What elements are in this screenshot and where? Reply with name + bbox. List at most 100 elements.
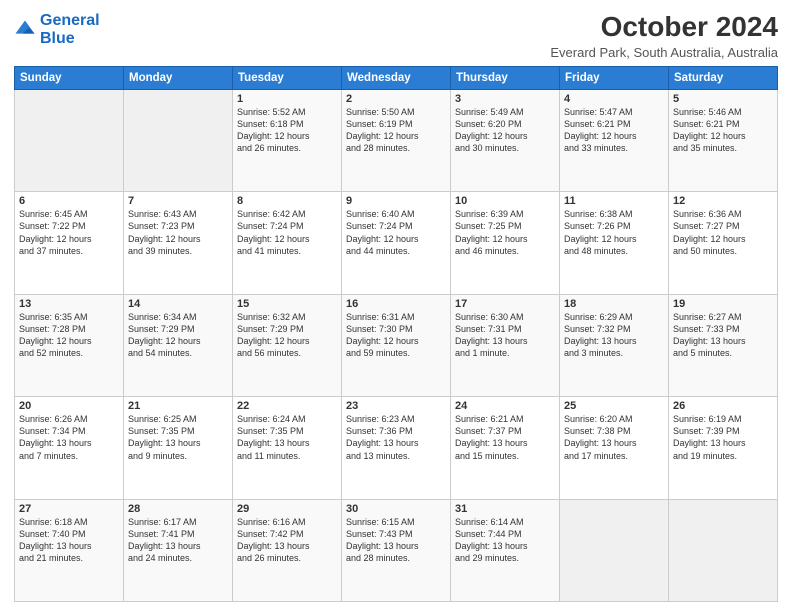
calendar-cell: 22Sunrise: 6:24 AMSunset: 7:35 PMDayligh… bbox=[233, 397, 342, 499]
day-number: 23 bbox=[346, 400, 446, 412]
location: Everard Park, South Australia, Australia bbox=[550, 45, 778, 60]
day-number: 24 bbox=[455, 400, 555, 412]
cell-content: Sunrise: 6:42 AMSunset: 7:24 PMDaylight:… bbox=[237, 208, 337, 257]
calendar-cell: 29Sunrise: 6:16 AMSunset: 7:42 PMDayligh… bbox=[233, 499, 342, 601]
day-number: 27 bbox=[19, 503, 119, 515]
cell-content: Sunrise: 5:52 AMSunset: 6:18 PMDaylight:… bbox=[237, 106, 337, 155]
cell-content: Sunrise: 6:35 AMSunset: 7:28 PMDaylight:… bbox=[19, 311, 119, 360]
calendar-cell bbox=[669, 499, 778, 601]
cell-content: Sunrise: 6:25 AMSunset: 7:35 PMDaylight:… bbox=[128, 413, 228, 462]
calendar-cell: 1Sunrise: 5:52 AMSunset: 6:18 PMDaylight… bbox=[233, 89, 342, 191]
calendar-cell bbox=[15, 89, 124, 191]
day-number: 26 bbox=[673, 400, 773, 412]
calendar-cell: 17Sunrise: 6:30 AMSunset: 7:31 PMDayligh… bbox=[451, 294, 560, 396]
day-number: 18 bbox=[564, 298, 664, 310]
day-number: 20 bbox=[19, 400, 119, 412]
calendar-table: Sunday Monday Tuesday Wednesday Thursday… bbox=[14, 66, 778, 602]
calendar-cell: 26Sunrise: 6:19 AMSunset: 7:39 PMDayligh… bbox=[669, 397, 778, 499]
cell-content: Sunrise: 6:20 AMSunset: 7:38 PMDaylight:… bbox=[564, 413, 664, 462]
calendar-week-4: 27Sunrise: 6:18 AMSunset: 7:40 PMDayligh… bbox=[15, 499, 778, 601]
col-sunday: Sunday bbox=[15, 66, 124, 89]
cell-content: Sunrise: 6:24 AMSunset: 7:35 PMDaylight:… bbox=[237, 413, 337, 462]
calendar-cell: 7Sunrise: 6:43 AMSunset: 7:23 PMDaylight… bbox=[124, 192, 233, 294]
calendar-cell bbox=[560, 499, 669, 601]
day-number: 4 bbox=[564, 93, 664, 105]
calendar-cell: 12Sunrise: 6:36 AMSunset: 7:27 PMDayligh… bbox=[669, 192, 778, 294]
calendar-cell: 13Sunrise: 6:35 AMSunset: 7:28 PMDayligh… bbox=[15, 294, 124, 396]
calendar-cell: 8Sunrise: 6:42 AMSunset: 7:24 PMDaylight… bbox=[233, 192, 342, 294]
cell-content: Sunrise: 6:26 AMSunset: 7:34 PMDaylight:… bbox=[19, 413, 119, 462]
cell-content: Sunrise: 6:36 AMSunset: 7:27 PMDaylight:… bbox=[673, 208, 773, 257]
day-number: 1 bbox=[237, 93, 337, 105]
col-friday: Friday bbox=[560, 66, 669, 89]
cell-content: Sunrise: 6:29 AMSunset: 7:32 PMDaylight:… bbox=[564, 311, 664, 360]
cell-content: Sunrise: 6:27 AMSunset: 7:33 PMDaylight:… bbox=[673, 311, 773, 360]
cell-content: Sunrise: 5:50 AMSunset: 6:19 PMDaylight:… bbox=[346, 106, 446, 155]
title-block: October 2024 Everard Park, South Austral… bbox=[550, 12, 778, 60]
cell-content: Sunrise: 6:17 AMSunset: 7:41 PMDaylight:… bbox=[128, 516, 228, 565]
day-number: 17 bbox=[455, 298, 555, 310]
calendar-cell: 6Sunrise: 6:45 AMSunset: 7:22 PMDaylight… bbox=[15, 192, 124, 294]
calendar-cell bbox=[124, 89, 233, 191]
logo-text: General Blue bbox=[40, 12, 100, 47]
cell-content: Sunrise: 6:39 AMSunset: 7:25 PMDaylight:… bbox=[455, 208, 555, 257]
day-number: 19 bbox=[673, 298, 773, 310]
cell-content: Sunrise: 6:14 AMSunset: 7:44 PMDaylight:… bbox=[455, 516, 555, 565]
cell-content: Sunrise: 6:16 AMSunset: 7:42 PMDaylight:… bbox=[237, 516, 337, 565]
day-number: 31 bbox=[455, 503, 555, 515]
day-number: 8 bbox=[237, 195, 337, 207]
calendar-cell: 16Sunrise: 6:31 AMSunset: 7:30 PMDayligh… bbox=[342, 294, 451, 396]
calendar-cell: 14Sunrise: 6:34 AMSunset: 7:29 PMDayligh… bbox=[124, 294, 233, 396]
cell-content: Sunrise: 5:47 AMSunset: 6:21 PMDaylight:… bbox=[564, 106, 664, 155]
calendar-cell: 5Sunrise: 5:46 AMSunset: 6:21 PMDaylight… bbox=[669, 89, 778, 191]
day-number: 22 bbox=[237, 400, 337, 412]
day-number: 25 bbox=[564, 400, 664, 412]
cell-content: Sunrise: 6:19 AMSunset: 7:39 PMDaylight:… bbox=[673, 413, 773, 462]
calendar-cell: 15Sunrise: 6:32 AMSunset: 7:29 PMDayligh… bbox=[233, 294, 342, 396]
day-number: 12 bbox=[673, 195, 773, 207]
day-number: 11 bbox=[564, 195, 664, 207]
cell-content: Sunrise: 5:49 AMSunset: 6:20 PMDaylight:… bbox=[455, 106, 555, 155]
col-tuesday: Tuesday bbox=[233, 66, 342, 89]
calendar-cell: 25Sunrise: 6:20 AMSunset: 7:38 PMDayligh… bbox=[560, 397, 669, 499]
cell-content: Sunrise: 6:45 AMSunset: 7:22 PMDaylight:… bbox=[19, 208, 119, 257]
calendar-cell: 24Sunrise: 6:21 AMSunset: 7:37 PMDayligh… bbox=[451, 397, 560, 499]
calendar-header: Sunday Monday Tuesday Wednesday Thursday… bbox=[15, 66, 778, 89]
calendar-cell: 3Sunrise: 5:49 AMSunset: 6:20 PMDaylight… bbox=[451, 89, 560, 191]
logo-line1: General bbox=[40, 12, 100, 29]
cell-content: Sunrise: 6:40 AMSunset: 7:24 PMDaylight:… bbox=[346, 208, 446, 257]
calendar-cell: 9Sunrise: 6:40 AMSunset: 7:24 PMDaylight… bbox=[342, 192, 451, 294]
calendar-week-0: 1Sunrise: 5:52 AMSunset: 6:18 PMDaylight… bbox=[15, 89, 778, 191]
day-number: 2 bbox=[346, 93, 446, 105]
cell-content: Sunrise: 6:43 AMSunset: 7:23 PMDaylight:… bbox=[128, 208, 228, 257]
cell-content: Sunrise: 6:23 AMSunset: 7:36 PMDaylight:… bbox=[346, 413, 446, 462]
header-row: Sunday Monday Tuesday Wednesday Thursday… bbox=[15, 66, 778, 89]
day-number: 13 bbox=[19, 298, 119, 310]
logo: General Blue bbox=[14, 12, 100, 47]
calendar-cell: 2Sunrise: 5:50 AMSunset: 6:19 PMDaylight… bbox=[342, 89, 451, 191]
calendar-cell: 4Sunrise: 5:47 AMSunset: 6:21 PMDaylight… bbox=[560, 89, 669, 191]
calendar-cell: 10Sunrise: 6:39 AMSunset: 7:25 PMDayligh… bbox=[451, 192, 560, 294]
calendar-cell: 21Sunrise: 6:25 AMSunset: 7:35 PMDayligh… bbox=[124, 397, 233, 499]
day-number: 3 bbox=[455, 93, 555, 105]
month-title: October 2024 bbox=[550, 12, 778, 43]
logo-icon bbox=[14, 19, 36, 41]
calendar-cell: 23Sunrise: 6:23 AMSunset: 7:36 PMDayligh… bbox=[342, 397, 451, 499]
calendar-cell: 20Sunrise: 6:26 AMSunset: 7:34 PMDayligh… bbox=[15, 397, 124, 499]
day-number: 14 bbox=[128, 298, 228, 310]
cell-content: Sunrise: 6:38 AMSunset: 7:26 PMDaylight:… bbox=[564, 208, 664, 257]
calendar-cell: 31Sunrise: 6:14 AMSunset: 7:44 PMDayligh… bbox=[451, 499, 560, 601]
calendar-week-1: 6Sunrise: 6:45 AMSunset: 7:22 PMDaylight… bbox=[15, 192, 778, 294]
day-number: 7 bbox=[128, 195, 228, 207]
calendar-cell: 19Sunrise: 6:27 AMSunset: 7:33 PMDayligh… bbox=[669, 294, 778, 396]
day-number: 6 bbox=[19, 195, 119, 207]
calendar-cell: 30Sunrise: 6:15 AMSunset: 7:43 PMDayligh… bbox=[342, 499, 451, 601]
cell-content: Sunrise: 6:30 AMSunset: 7:31 PMDaylight:… bbox=[455, 311, 555, 360]
cell-content: Sunrise: 5:46 AMSunset: 6:21 PMDaylight:… bbox=[673, 106, 773, 155]
day-number: 10 bbox=[455, 195, 555, 207]
col-monday: Monday bbox=[124, 66, 233, 89]
cell-content: Sunrise: 6:21 AMSunset: 7:37 PMDaylight:… bbox=[455, 413, 555, 462]
cell-content: Sunrise: 6:32 AMSunset: 7:29 PMDaylight:… bbox=[237, 311, 337, 360]
calendar-body: 1Sunrise: 5:52 AMSunset: 6:18 PMDaylight… bbox=[15, 89, 778, 601]
cell-content: Sunrise: 6:18 AMSunset: 7:40 PMDaylight:… bbox=[19, 516, 119, 565]
